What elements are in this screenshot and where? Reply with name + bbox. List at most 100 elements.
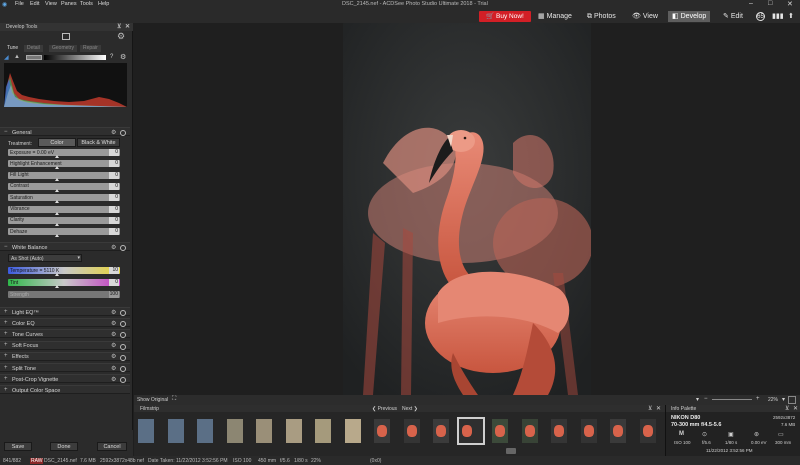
zoom-out-icon[interactable]: − — [704, 396, 708, 402]
tint-value[interactable]: 0 — [109, 279, 119, 286]
menu-help[interactable]: Help — [98, 1, 109, 7]
slider-value[interactable]: 0 — [109, 194, 119, 202]
slider-4[interactable]: Saturation 0 — [8, 194, 120, 204]
slider-knob[interactable] — [55, 273, 59, 276]
section-reset-icon[interactable] — [120, 354, 126, 361]
temperature-slider[interactable]: Temperature = 5110 K 10 — [8, 267, 120, 276]
treatment-color-button[interactable]: Color — [38, 138, 76, 147]
strength-value[interactable]: 100 — [109, 291, 119, 298]
section-gear-icon[interactable]: ⚙ — [111, 376, 116, 383]
filmstrip-thumbnail[interactable] — [138, 419, 154, 443]
tint-slider[interactable]: Tint 0 — [8, 279, 120, 288]
section-split-tone[interactable]: + Split Tone ⚙ — [0, 363, 130, 372]
filmstrip-thumbnail[interactable] — [610, 419, 626, 443]
section-reset-icon[interactable] — [120, 310, 126, 316]
mode-manage[interactable]: ▦ Manage — [538, 11, 572, 22]
slider-knob[interactable] — [55, 166, 59, 170]
filmstrip-thumbnail[interactable] — [551, 419, 567, 443]
mode-view[interactable]: 👁 View — [632, 11, 658, 22]
image-viewer[interactable] — [134, 23, 800, 395]
slider-value[interactable]: 0 — [109, 160, 119, 168]
minimize-icon[interactable]: – — [749, 0, 753, 7]
clip-shadow-icon[interactable]: ◢ — [4, 54, 9, 61]
slider-value[interactable]: 0 — [109, 171, 119, 179]
slider-knob[interactable] — [55, 222, 59, 226]
zoom-dropdown-icon[interactable]: ▾ — [696, 396, 699, 403]
filmstrip-pin-icon[interactable]: ⊻ — [648, 405, 652, 412]
menu-panes[interactable]: Panes — [61, 1, 77, 7]
slider-value[interactable]: 0 — [109, 149, 119, 156]
filmstrip-thumbnail[interactable] — [492, 419, 508, 443]
section-gear-icon[interactable]: ⚙ — [111, 244, 116, 251]
section-light-eq-[interactable]: + Light EQ™ ⚙ — [0, 307, 130, 316]
section-reset-icon[interactable] — [120, 332, 126, 339]
filmstrip-thumbnail[interactable] — [521, 419, 538, 443]
section-color-eq[interactable]: + Color EQ ⚙ — [0, 318, 130, 328]
previous-button[interactable]: ❮ Previous — [372, 406, 397, 412]
section-gear-icon[interactable]: ⚙ — [111, 342, 116, 349]
slider-2[interactable]: Fill Light 0 — [8, 171, 120, 181]
slider-3[interactable]: Contrast 0 — [8, 182, 120, 192]
slider-value[interactable]: 0 — [109, 182, 119, 190]
tab-detail[interactable]: Detail — [24, 45, 43, 52]
slider-knob[interactable] — [55, 188, 59, 192]
menu-tools[interactable]: Tools — [80, 1, 93, 7]
info-close-icon[interactable]: ✕ — [793, 405, 798, 412]
slider-value[interactable]: 0 — [109, 216, 119, 224]
filmstrip-scroll-thumb[interactable] — [506, 448, 516, 454]
profile-icon[interactable]: 65 — [756, 12, 765, 21]
filmstrip-thumbnail[interactable] — [639, 419, 656, 443]
filmstrip-thumbnail[interactable] — [580, 419, 597, 443]
info-pin-icon[interactable]: ⊻ — [785, 405, 789, 412]
slider-knob[interactable] — [55, 177, 59, 181]
show-original-button[interactable]: Show Original — [137, 397, 168, 403]
zoom-menu-icon[interactable]: ▾ — [782, 396, 785, 403]
slider-value[interactable]: 0 — [109, 228, 119, 236]
filmstrip-thumbnail[interactable] — [456, 417, 485, 445]
slider-knob[interactable] — [55, 234, 59, 238]
mode-edit[interactable]: ✎ Edit — [723, 11, 743, 22]
settings-gear-icon[interactable]: ⚙ — [117, 31, 125, 42]
menu-edit[interactable]: Edit — [30, 1, 39, 7]
treatment-bw-button[interactable]: Black & White — [77, 138, 120, 147]
mode-develop[interactable]: ◧ Develop — [668, 11, 711, 22]
section-post-crop-vignette[interactable]: + Post-Crop Vignette ⚙ — [0, 374, 130, 384]
stats-icon[interactable]: ▮▮▮ — [772, 11, 784, 22]
menu-file[interactable]: File — [15, 1, 24, 7]
slider-knob[interactable] — [55, 211, 59, 215]
filmstrip-thumbnail[interactable] — [226, 419, 243, 443]
zoom-slider[interactable] — [712, 399, 752, 400]
wb-preset-select[interactable]: As Shot (Auto) ▾ — [8, 254, 82, 262]
histogram-settings-icon[interactable]: ⚙ — [120, 53, 126, 61]
filmstrip-thumbnail[interactable] — [315, 419, 331, 443]
section-white-balance[interactable]: − White Balance ⚙ — [0, 242, 130, 251]
section-gear-icon[interactable]: ⚙ — [111, 320, 116, 327]
close-icon[interactable]: ✕ — [787, 0, 793, 8]
mode-photos[interactable]: ⧉ Photos — [587, 11, 616, 22]
slider-knob[interactable] — [55, 285, 59, 288]
slider-5[interactable]: Vibrance 0 — [8, 205, 120, 215]
slider-6[interactable]: Clarity 0 — [8, 216, 120, 226]
section-reset-icon[interactable] — [120, 130, 126, 136]
help-icon[interactable]: ? — [110, 54, 113, 60]
panel-close-icon[interactable]: ✕ — [125, 23, 130, 30]
section-gear-icon[interactable]: ⚙ — [111, 309, 116, 316]
tab-geometry[interactable]: Geometry — [49, 45, 77, 52]
filmstrip-thumbnail[interactable] — [433, 419, 449, 443]
fullscreen-icon[interactable]: ⛶ — [172, 396, 176, 403]
section-output-color-space[interactable]: + Output Color Space — [0, 385, 130, 395]
filmstrip-thumbnail[interactable] — [167, 419, 184, 443]
section-gear-icon[interactable]: ⚙ — [111, 365, 116, 372]
filmstrip-thumbnail[interactable] — [403, 419, 420, 443]
filmstrip-thumbnail[interactable] — [256, 419, 272, 443]
zoom-in-icon[interactable]: + — [756, 396, 760, 402]
warning-icon[interactable]: ▲ — [14, 54, 20, 60]
filmstrip-thumbnail[interactable] — [197, 419, 213, 443]
filmstrip-close-icon[interactable]: ✕ — [656, 405, 661, 412]
slider-1[interactable]: Highlight Enhancement 0 — [8, 160, 120, 170]
section-reset-icon[interactable] — [120, 245, 126, 251]
section-reset-icon[interactable] — [120, 321, 126, 328]
section-reset-icon[interactable] — [120, 366, 126, 372]
maximize-icon[interactable]: □ — [768, 0, 772, 7]
section-tone-curves[interactable]: + Tone Curves ⚙ — [0, 329, 130, 339]
